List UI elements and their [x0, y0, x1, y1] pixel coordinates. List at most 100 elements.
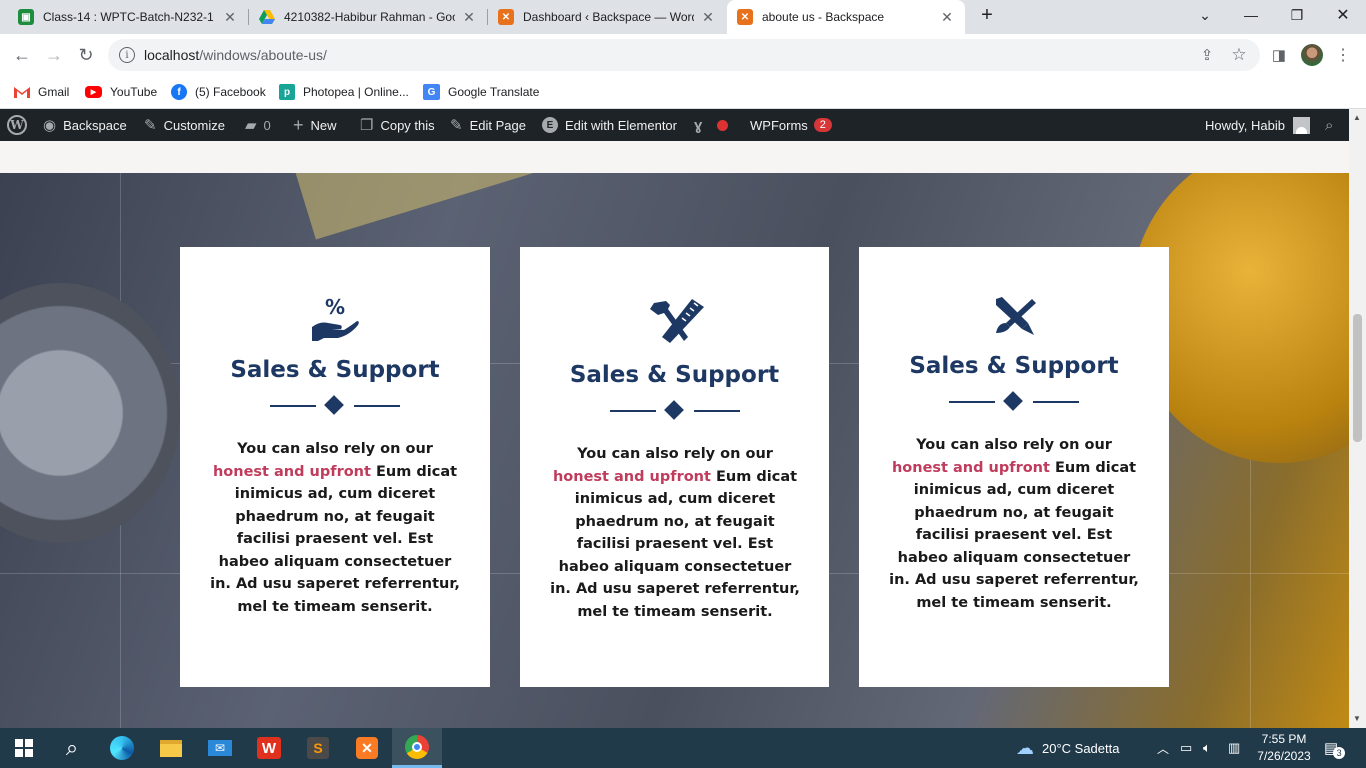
close-icon[interactable]: ✕ — [700, 9, 716, 26]
bookmark-google-translate[interactable]: G Google Translate — [423, 82, 539, 102]
pen-brush-icon — [859, 297, 1169, 337]
sublime-text-icon[interactable]: S — [294, 728, 342, 768]
file-explorer-icon[interactable] — [147, 728, 195, 768]
my-account-link[interactable]: Howdy, Habib — [1205, 109, 1310, 141]
bookmark-star-icon[interactable]: ☆ — [1226, 42, 1252, 68]
mail-icon[interactable]: ✉ — [196, 728, 244, 768]
rain-cloud-icon: ☁ — [1016, 737, 1034, 758]
new-content-link[interactable]: + New — [293, 109, 337, 141]
brush-icon: ✎ — [144, 117, 157, 134]
wordpress-logo[interactable]: W — [7, 109, 27, 141]
restore-button[interactable]: ❐ — [1274, 0, 1320, 30]
customize-link[interactable]: ✎ Customize — [144, 109, 225, 141]
google-drive-icon — [259, 9, 275, 25]
tab-label: Dashboard ‹ Backspace — WordP — [523, 10, 694, 24]
share-icon[interactable]: ⇪ — [1194, 42, 1220, 68]
edit-page-label: Edit Page — [469, 117, 526, 133]
tape-reel-decoration — [0, 283, 180, 543]
network-icon[interactable]: ▥ — [1228, 728, 1240, 768]
weather-text: 20°C Sadetta — [1042, 740, 1120, 756]
card-text: You can also rely on our honest and upfr… — [889, 437, 1139, 611]
start-button[interactable] — [0, 728, 48, 768]
clock-date: 7/26/2023 — [1257, 749, 1311, 763]
elementor-icon: E — [542, 117, 558, 133]
measuring-tape-decoration — [295, 173, 565, 240]
tab-label: 4210382-Habibur Rahman - Goo — [284, 10, 455, 24]
comment-count: 0 — [263, 117, 271, 133]
search-icon[interactable]: ⌕ — [1325, 109, 1333, 141]
back-arrow-icon[interactable]: ← — [9, 42, 35, 68]
wps-office-icon[interactable]: W — [245, 728, 293, 768]
side-panel-icon[interactable]: ◨ — [1266, 42, 1292, 68]
service-card: Sales & Support You can also rely on our… — [859, 247, 1169, 687]
clock[interactable]: 7:55 PM 7/26/2023 — [1254, 728, 1314, 768]
dashboard-icon: ◉ — [43, 117, 57, 134]
bookmark-label: Google Translate — [448, 85, 540, 99]
youtube-icon: ▶ — [85, 86, 102, 98]
search-icon[interactable]: ⌕ — [48, 728, 96, 768]
howdy-label: Howdy, Habib — [1205, 117, 1285, 133]
window-close-button[interactable]: ✕ — [1320, 0, 1366, 30]
browser-toolbar: ← → ↻ i localhost/windows/aboute-us/ ⇪ ☆… — [0, 34, 1366, 76]
notification-count: 3 — [1333, 747, 1346, 759]
comment-icon: ▰ — [245, 117, 257, 134]
forward-arrow-icon[interactable]: → — [41, 42, 67, 68]
menu-icon[interactable]: ⋮ — [1330, 42, 1356, 68]
chrome-icon[interactable] — [392, 728, 442, 768]
scrollbar-thumb[interactable] — [1353, 314, 1362, 442]
edge-icon[interactable] — [98, 728, 146, 768]
xampp-icon: ✕ — [498, 9, 514, 25]
svg-text:%: % — [325, 297, 345, 319]
tab-class-14[interactable]: ▣ Class-14 : WPTC-Batch-N232-1 - ✕ — [8, 0, 248, 34]
bookmark-label: Gmail — [38, 85, 70, 99]
comments-link[interactable]: ▰ 0 — [245, 109, 271, 141]
card-title: Sales & Support — [230, 357, 440, 383]
url-text[interactable]: localhost/windows/aboute-us/ — [144, 47, 327, 63]
site-name-link[interactable]: ◉ Backspace — [43, 109, 127, 141]
tab-aboute-us[interactable]: ✕ aboute us - Backspace ✕ — [727, 0, 965, 34]
scroll-down-arrow-icon[interactable]: ▼ — [1353, 714, 1361, 723]
yoast-seo-link[interactable]: ɣ — [694, 109, 729, 141]
site-info-icon[interactable]: i — [119, 47, 135, 63]
new-tab-button[interactable]: + — [964, 0, 1010, 30]
scroll-up-arrow-icon[interactable]: ▲ — [1353, 113, 1361, 122]
tab-google-drive[interactable]: 4210382-Habibur Rahman - Goo ✕ — [249, 0, 487, 34]
page-header-strip — [0, 141, 1349, 173]
volume-icon[interactable]: 🔈︎ — [1203, 728, 1211, 768]
profile-avatar[interactable] — [1299, 42, 1325, 68]
edit-page-link[interactable]: ✎ Edit Page — [450, 109, 526, 141]
user-avatar-icon — [1292, 116, 1310, 134]
card-text: You can also rely on our honest and upfr… — [210, 441, 460, 615]
bookmark-photopea[interactable]: p Photopea | Online... — [279, 82, 409, 102]
notification-icon[interactable]: ▤ 3 — [1324, 728, 1346, 768]
wpforms-link[interactable]: WPForms 2 — [750, 109, 832, 141]
bookmark-gmail[interactable]: Gmail — [14, 82, 69, 102]
address-bar[interactable]: i localhost/windows/aboute-us/ — [108, 39, 1260, 71]
battery-icon[interactable]: ▭ — [1180, 728, 1192, 768]
copy-label: Copy this — [380, 117, 435, 133]
services-section: % Sales & Support You can also rely on o… — [0, 173, 1349, 728]
copy-icon: ❐ — [360, 117, 374, 134]
show-hidden-icons-chevron-icon[interactable]: ︿ — [1157, 728, 1169, 768]
xampp-icon[interactable]: ✕ — [343, 728, 391, 768]
seo-status-dot-icon — [717, 119, 729, 131]
windows-taskbar: ⌕ ✉ W S ✕ ☁ 20°C Sadetta ︿ ▭ 🔈︎ ▥ 7:55 P… — [0, 728, 1366, 768]
reload-icon[interactable]: ↻ — [73, 42, 99, 68]
yoast-icon: ɣ — [694, 116, 703, 134]
copy-this-link[interactable]: ❐ Copy this — [360, 109, 435, 141]
tab-dashboard[interactable]: ✕ Dashboard ‹ Backspace — WordP ✕ — [488, 0, 726, 34]
wp-admin-bar: W ◉ Backspace ✎ Customize ▰ 0 + New ❐ Co… — [0, 109, 1349, 141]
close-icon[interactable]: ✕ — [939, 9, 955, 26]
tab-search-chevron-icon[interactable]: ⌄ — [1182, 0, 1228, 30]
bookmark-facebook[interactable]: f (5) Facebook — [171, 82, 266, 102]
close-icon[interactable]: ✕ — [461, 9, 477, 26]
edit-with-elementor-link[interactable]: E Edit with Elementor — [542, 109, 677, 141]
bookmark-youtube[interactable]: ▶ YouTube — [85, 82, 157, 102]
close-icon[interactable]: ✕ — [222, 9, 238, 26]
minimize-button[interactable]: — — [1228, 0, 1274, 30]
page-scrollbar[interactable]: ▲ ▼ — [1349, 109, 1366, 728]
photopea-icon: p — [279, 84, 295, 100]
wordpress-icon: W — [7, 115, 27, 135]
weather-widget[interactable]: ☁ 20°C Sadetta — [1016, 728, 1119, 768]
bookmark-label: Photopea | Online... — [303, 85, 409, 99]
